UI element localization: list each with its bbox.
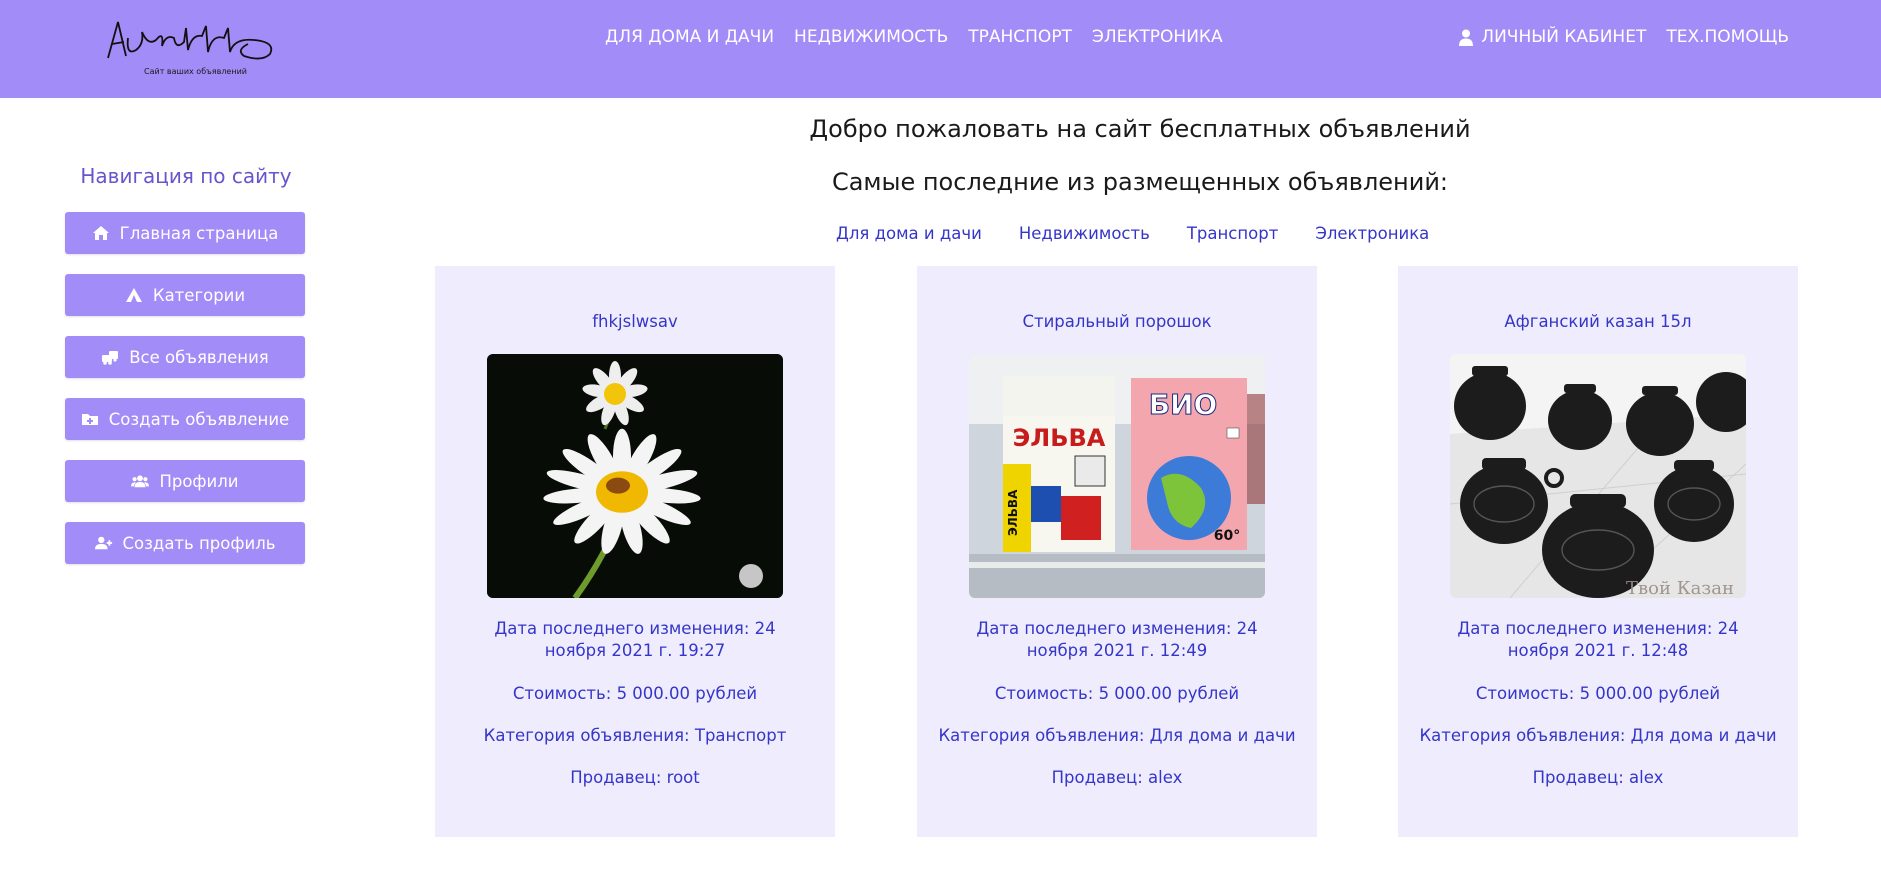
sidebar-item-create-profile[interactable]: Создать профиль	[65, 522, 305, 564]
logo-signature	[107, 21, 273, 60]
account-label: ЛИЧНЫЙ КАБИНЕТ	[1481, 27, 1647, 47]
nav-real-estate[interactable]: НЕДВИЖИМОСТЬ	[794, 27, 948, 47]
ad-card: fhkjslwsav Дата последнего изменения: 24…	[435, 266, 835, 837]
ad-seller: Продавец: alex	[1051, 768, 1183, 787]
user-icon	[1459, 29, 1474, 46]
svg-text:ЭЛЬВА: ЭЛЬВА	[1013, 424, 1106, 452]
category-link-transport[interactable]: Транспорт	[1187, 224, 1279, 243]
header-right: ЛИЧНЫЙ КАБИНЕТ ТЕХ.ПОМОЩЬ	[1459, 27, 1789, 47]
site-logo[interactable]: Сайт ваших объявлений	[104, 16, 284, 78]
ad-title[interactable]: fhkjslwsav	[435, 312, 835, 331]
svg-text:БИО: БИО	[1149, 388, 1218, 421]
ad-price: Стоимость: 5 000.00 рублей	[512, 684, 758, 703]
sidebar-item-label: Создать профиль	[122, 533, 276, 553]
logo-tagline: Сайт ваших объявлений	[144, 67, 247, 76]
ad-card: Афганский казан 15л Твой Казан Дата посл…	[1398, 266, 1798, 837]
ad-date: Дата последнего изменения: 24 ноября 202…	[494, 619, 776, 660]
ad-category: Категория объявления: Для дома и дачи	[938, 726, 1296, 745]
ad-title[interactable]: Афганский казан 15л	[1398, 312, 1798, 331]
svg-text:ЭЛЬВА: ЭЛЬВА	[1006, 489, 1020, 536]
tent-icon	[125, 288, 142, 302]
ad-price: Стоимость: 5 000.00 рублей	[1475, 684, 1721, 703]
user-plus-icon	[94, 536, 112, 550]
nav-transport[interactable]: ТРАНСПОРТ	[968, 27, 1072, 47]
sidebar: Навигация по сайту Главная страница Кате…	[65, 164, 305, 584]
ad-category: Категория объявления: Транспорт	[483, 726, 787, 745]
ad-image[interactable]	[487, 354, 783, 598]
home-icon	[92, 226, 109, 240]
sidebar-item-label: Создать объявление	[108, 409, 290, 429]
welcome-heading: Добро пожаловать на сайт бесплатных объя…	[809, 115, 1471, 143]
category-link-electronics[interactable]: Электроника	[1315, 224, 1429, 243]
ad-image[interactable]: Твой Казан	[1450, 354, 1746, 598]
account-link[interactable]: ЛИЧНЫЙ КАБИНЕТ	[1459, 27, 1646, 47]
ad-title[interactable]: Стиральный порошок	[917, 312, 1317, 331]
sidebar-title: Навигация по сайту	[80, 164, 292, 188]
ad-price: Стоимость: 5 000.00 рублей	[994, 684, 1240, 703]
latest-ads-heading: Самые последние из размещенных объявлени…	[831, 168, 1449, 196]
sidebar-item-home[interactable]: Главная страница	[65, 212, 305, 254]
sidebar-item-profiles[interactable]: Профили	[65, 460, 305, 502]
sidebar-item-create-ad[interactable]: Создать объявление	[65, 398, 305, 440]
daisy-flower-photo	[487, 354, 783, 598]
ad-seller: Продавец: root	[570, 768, 700, 787]
nav-home-garden[interactable]: ДЛЯ ДОМА И ДАЧИ	[605, 27, 774, 47]
ad-date: Дата последнего изменения: 24 ноября 202…	[1457, 619, 1739, 660]
ad-card: Стиральный порошок ЭЛЬВА ЭЛЬВА БИО 60° Д…	[917, 266, 1317, 837]
sidebar-item-label: Главная страница	[119, 223, 279, 243]
category-link-real-estate[interactable]: Недвижимость	[1019, 224, 1150, 243]
category-links: Для дома и дачи Недвижимость Транспорт Э…	[836, 224, 1429, 243]
folder-plus-icon	[81, 414, 98, 425]
users-icon	[131, 475, 150, 488]
site-header: Сайт ваших объявлений ДЛЯ ДОМА И ДАЧИ НЕ…	[0, 0, 1881, 98]
sidebar-item-label: Категории	[152, 285, 246, 305]
ad-category: Категория объявления: Для дома и дачи	[1419, 726, 1777, 745]
nav-electronics[interactable]: ЭЛЕКТРОНИКА	[1092, 27, 1223, 47]
svg-text:60°: 60°	[1214, 528, 1240, 544]
vehicles-icon	[102, 351, 119, 365]
watermark-text: Твой Казан	[1626, 578, 1734, 598]
category-link-home-garden[interactable]: Для дома и дачи	[836, 224, 982, 243]
sidebar-item-label: Профили	[159, 471, 239, 491]
sidebar-item-categories[interactable]: Категории	[65, 274, 305, 316]
sidebar-item-all-ads[interactable]: Все объявления	[65, 336, 305, 378]
sidebar-item-label: Все объявления	[129, 347, 269, 367]
ad-seller: Продавец: alex	[1532, 768, 1664, 787]
detergent-boxes-photo: ЭЛЬВА ЭЛЬВА БИО 60°	[969, 354, 1265, 598]
cast-iron-kazans-photo: Твой Казан	[1450, 354, 1746, 598]
ad-date: Дата последнего изменения: 24 ноября 202…	[976, 619, 1258, 660]
help-link[interactable]: ТЕХ.ПОМОЩЬ	[1666, 27, 1789, 47]
top-nav: ДЛЯ ДОМА И ДАЧИ НЕДВИЖИМОСТЬ ТРАНСПОРТ Э…	[605, 27, 1223, 47]
ad-image[interactable]: ЭЛЬВА ЭЛЬВА БИО 60°	[969, 354, 1265, 598]
